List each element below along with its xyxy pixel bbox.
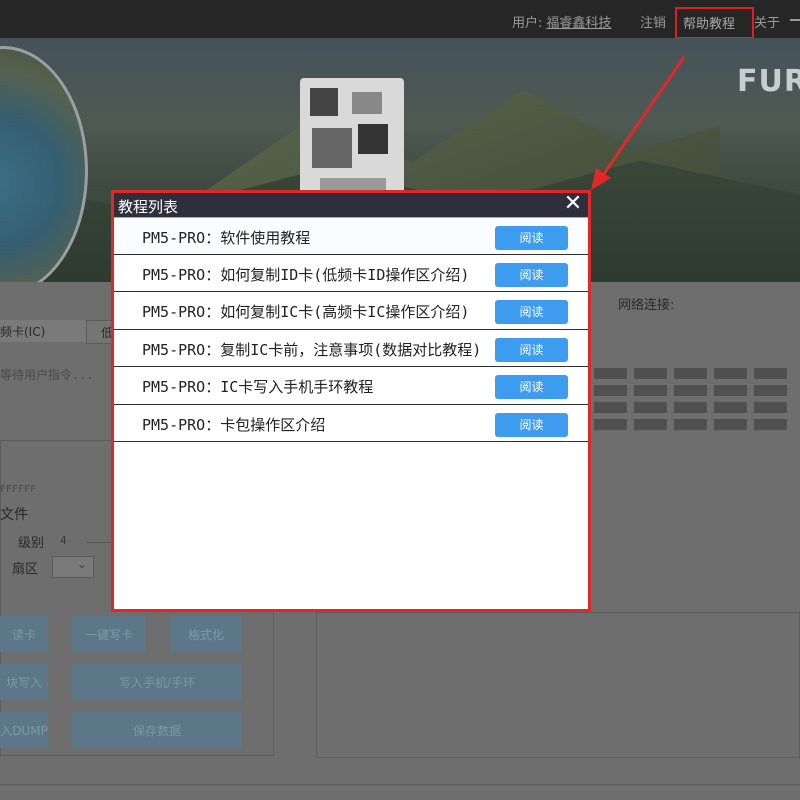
tutorial-title: PM5-PRO：复制IC卡前，注意事项(数据对比教程) [142, 340, 482, 359]
dialog-title: 教程列表 [118, 198, 179, 216]
list-item: PM5-PRO：软件使用教程 阅读 [114, 217, 588, 255]
close-icon[interactable]: ✕ [562, 192, 584, 216]
sector-label: 扇区 [12, 562, 39, 577]
status-bar [0, 784, 800, 800]
network-label: 网络连接: [618, 298, 675, 313]
user-label: 用户: [512, 16, 543, 31]
format-button[interactable]: 格式化 [170, 616, 242, 652]
list-item: PM5-PRO：复制IC卡前，注意事项(数据对比教程) 阅读 [114, 330, 588, 367]
user-info: 用户: 福睿鑫科技 [512, 12, 611, 31]
sector-grid [594, 368, 800, 430]
dialog-titlebar: 教程列表 ✕ [114, 192, 588, 217]
onekey-write-button[interactable]: 一键写卡 [72, 616, 146, 652]
block-write-button[interactable]: 块写入 [0, 664, 48, 700]
tutorial-list: PM5-PRO：软件使用教程 阅读 PM5-PRO：如何复制ID卡(低频卡ID操… [114, 217, 588, 442]
read-button[interactable]: 阅读 [495, 262, 568, 287]
read-button[interactable]: 阅读 [495, 300, 568, 324]
help-tutorial-link[interactable]: 帮助教程 [675, 7, 754, 39]
write-phone-button[interactable]: 写入手机/手环 [72, 664, 242, 700]
tutorial-title: PM5-PRO：如何复制ID卡(低频卡ID操作区介绍) [142, 265, 470, 284]
level-label: 级别 [18, 536, 45, 551]
right-panel [316, 612, 800, 758]
top-bar: 用户: 福睿鑫科技 注销 帮助教程 关于 [0, 0, 800, 39]
tutorial-title: PM5-PRO：IC卡写入手机手环教程 [142, 378, 374, 396]
sector-select[interactable] [52, 556, 94, 578]
tab-id-card[interactable]: 低 [86, 320, 114, 344]
minimize-icon[interactable] [790, 19, 800, 21]
read-card-button[interactable]: 读卡 [0, 616, 48, 652]
read-button[interactable]: 阅读 [495, 412, 568, 437]
read-button[interactable]: 阅读 [495, 226, 568, 250]
hex-value: FFFFFF [0, 484, 37, 495]
logout-link[interactable]: 注销 [640, 12, 666, 31]
level-value: 4 [60, 534, 67, 547]
file-label: 文件 [0, 507, 28, 523]
list-item: PM5-PRO：卡包操作区介绍 阅读 [114, 405, 588, 442]
tab-ic-card[interactable]: 频卡(IC) [0, 320, 86, 342]
read-button[interactable]: 阅读 [495, 337, 568, 362]
tutorial-title: PM5-PRO：卡包操作区介绍 [142, 415, 326, 434]
list-item: PM5-PRO：IC卡写入手机手环教程 阅读 [114, 367, 588, 405]
tutorial-title: PM5-PRO：如何复制IC卡(高频卡IC操作区介绍) [142, 303, 470, 321]
user-name-link[interactable]: 福睿鑫科技 [546, 16, 611, 31]
brand-logo: FUR [737, 64, 800, 99]
tutorial-title: PM5-PRO：软件使用教程 [142, 229, 311, 247]
list-item: PM5-PRO：如何复制IC卡(高频卡IC操作区介绍) 阅读 [114, 292, 588, 330]
tutorial-list-dialog: 教程列表 ✕ PM5-PRO：软件使用教程 阅读 PM5-PRO：如何复制ID卡… [111, 190, 591, 612]
list-item: PM5-PRO：如何复制ID卡(低频卡ID操作区介绍) 阅读 [114, 255, 588, 292]
status-text: 等待用户指令... [0, 368, 94, 382]
import-dump-button[interactable]: 入DUMP [0, 712, 48, 748]
save-data-button[interactable]: 保存数据 [72, 712, 242, 748]
read-button[interactable]: 阅读 [495, 375, 568, 399]
about-link[interactable]: 关于 [754, 12, 780, 31]
